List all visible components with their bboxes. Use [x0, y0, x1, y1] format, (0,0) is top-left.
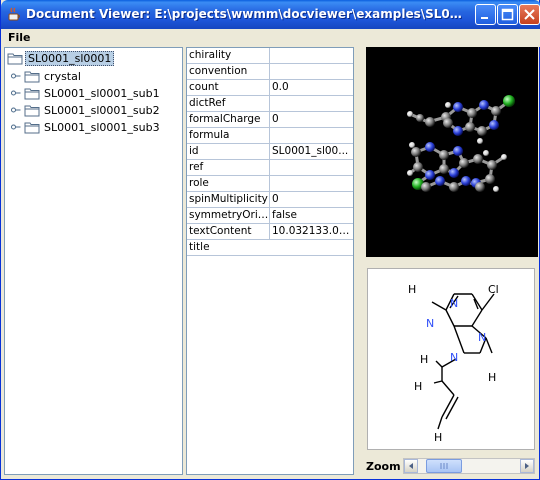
tree-item-label: crystal: [44, 70, 81, 83]
table-row[interactable]: title: [187, 240, 353, 256]
title-bar[interactable]: Document Viewer: E:\projects\wwmm\docvie…: [1, 0, 540, 29]
structure-2d-view[interactable]: H Cl N N N N H H H H: [367, 268, 535, 450]
atom-label: H: [420, 353, 428, 366]
property-value[interactable]: 10.032133.06...: [272, 225, 352, 240]
atom-label: N: [478, 331, 486, 344]
close-icon: [524, 9, 535, 20]
property-key: count: [189, 81, 219, 93]
maximize-icon: [501, 8, 514, 21]
menu-file[interactable]: File: [8, 31, 31, 44]
atom-label: N: [450, 351, 458, 364]
expand-handle-icon[interactable]: [11, 72, 21, 80]
table-row[interactable]: id SL0001_sl00...: [187, 144, 353, 160]
table-row[interactable]: textContent 10.032133.06...: [187, 224, 353, 240]
property-key: formalCharge: [189, 113, 261, 125]
window-title: Document Viewer: E:\projects\wwmm\docvie…: [26, 7, 466, 21]
maximize-button[interactable]: [497, 4, 518, 25]
property-key: formula: [189, 129, 230, 141]
table-row[interactable]: count 0.0: [187, 80, 353, 96]
folder-icon: [24, 122, 40, 134]
property-value[interactable]: 0: [272, 113, 352, 128]
folder-open-icon: [7, 53, 23, 65]
property-key: symmetryOrie...: [189, 209, 269, 221]
table-row[interactable]: chirality: [187, 48, 353, 64]
tree-root-label: SL0001_sl0001: [25, 51, 115, 66]
property-value[interactable]: [272, 97, 352, 112]
molecule-3d-render: [407, 95, 515, 192]
property-value[interactable]: [272, 65, 352, 80]
document-viewer-window: Document Viewer: E:\projects\wwmm\docvie…: [0, 0, 540, 480]
table-row[interactable]: formula: [187, 128, 353, 144]
table-row[interactable]: formalCharge 0: [187, 112, 353, 128]
folder-icon: [24, 88, 40, 100]
table-row[interactable]: spinMultiplicity 0: [187, 192, 353, 208]
tree-item-label: SL0001_sl0001_sub2: [44, 104, 160, 117]
property-key: ref: [189, 161, 204, 173]
zoom-label: Zoom: [366, 460, 401, 473]
molecule-3d-view[interactable]: [366, 47, 538, 257]
minimize-button[interactable]: [475, 4, 496, 25]
zoom-slider-thumb[interactable]: [426, 459, 462, 473]
table-row[interactable]: role: [187, 176, 353, 192]
property-key: title: [189, 241, 210, 253]
java-cup-icon: [8, 7, 20, 21]
close-button[interactable]: [519, 4, 540, 25]
property-value[interactable]: false: [272, 209, 352, 224]
table-row[interactable]: convention: [187, 64, 353, 80]
property-value[interactable]: [272, 161, 352, 176]
scroll-left-button[interactable]: [404, 459, 418, 473]
expand-handle-icon[interactable]: [11, 106, 21, 114]
property-value[interactable]: [272, 49, 352, 64]
atom-label: H: [414, 380, 422, 393]
zoom-scrollbar[interactable]: [403, 458, 535, 474]
atom-label: H: [434, 431, 442, 444]
property-value[interactable]: 0.0: [272, 81, 352, 96]
property-table[interactable]: chirality convention count 0.0 dictRef fo…: [186, 47, 354, 475]
property-key: convention: [189, 65, 248, 77]
folder-icon: [24, 71, 40, 83]
property-value[interactable]: [272, 177, 352, 192]
property-key: role: [189, 177, 209, 189]
atom-label: H: [488, 371, 496, 384]
property-value[interactable]: [272, 129, 352, 144]
expand-handle-icon[interactable]: [11, 89, 21, 97]
table-row[interactable]: symmetryOrie... false: [187, 208, 353, 224]
folder-icon: [24, 105, 40, 117]
expand-handle-icon[interactable]: [11, 123, 21, 131]
property-value[interactable]: SL0001_sl00...: [272, 145, 352, 160]
menu-bar: File: [1, 29, 540, 47]
property-key: id: [189, 145, 199, 157]
structure-2d-drawing: H Cl N N N N H H H H: [408, 283, 499, 444]
atom-label: N: [426, 317, 434, 330]
minimize-icon: [481, 17, 488, 19]
property-key: dictRef: [189, 97, 226, 109]
atom-label: H: [408, 283, 416, 296]
table-row[interactable]: dictRef: [187, 96, 353, 112]
property-value[interactable]: 0: [272, 193, 352, 208]
tree-item-label: SL0001_sl0001_sub3: [44, 121, 160, 134]
chevron-left-icon: [409, 463, 413, 469]
atom-label: Cl: [488, 283, 499, 296]
scroll-right-button[interactable]: [520, 459, 534, 473]
chevron-right-icon: [525, 463, 529, 469]
property-key: spinMultiplicity: [189, 193, 268, 205]
table-row[interactable]: ref: [187, 160, 353, 176]
grip-icon: [440, 463, 448, 469]
property-value[interactable]: [272, 241, 352, 256]
tree-item-label: SL0001_sl0001_sub1: [44, 87, 160, 100]
document-tree[interactable]: SL0001_sl0001 crystal SL0001_sl0001_sub1: [4, 47, 183, 475]
property-key: textContent: [189, 225, 252, 237]
atom-label: N: [450, 297, 458, 310]
property-key: chirality: [189, 49, 232, 61]
